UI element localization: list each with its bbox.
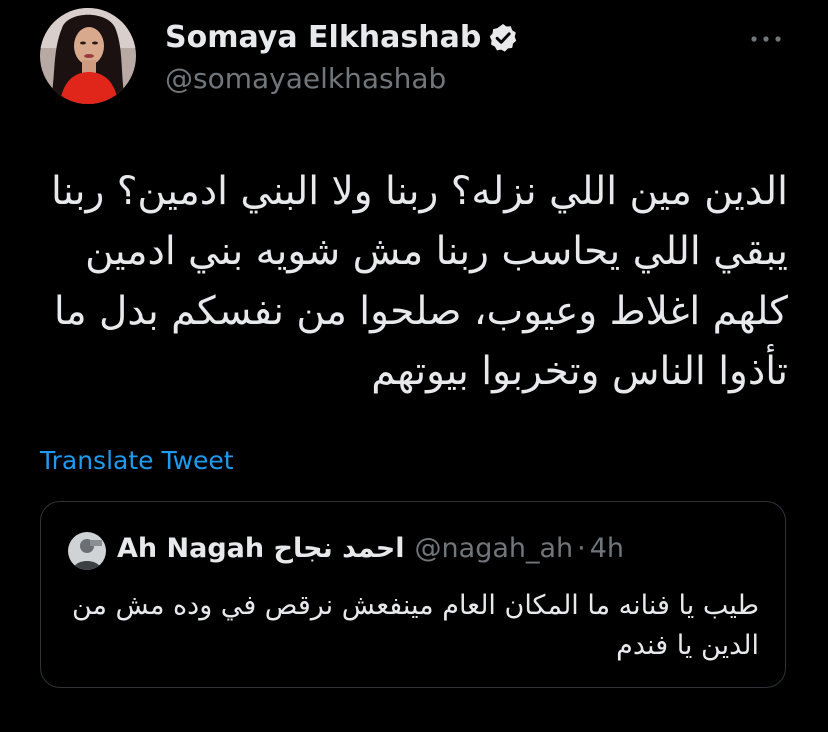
verified-badge-icon	[487, 22, 519, 54]
quoted-author-handle[interactable]: @nagah_ah	[415, 533, 574, 564]
author-display-name[interactable]: Somaya Elkhashab	[165, 20, 519, 55]
quoted-tweet-card[interactable]: Ah Nagah احمد نجاح @nagah_ah · 4h طيب يا…	[40, 501, 786, 688]
more-options-button[interactable]	[746, 24, 786, 54]
author-avatar[interactable]	[40, 8, 136, 104]
quoted-tweet-text: طيب يا فنانه ما المكان العام مينفعش نرقص…	[71, 590, 759, 661]
quoted-tweet-header: Ah Nagah احمد نجاح @nagah_ah · 4h	[117, 533, 624, 564]
quoted-author-avatar[interactable]	[68, 532, 106, 570]
translate-tweet-link[interactable]: Translate Tweet	[40, 446, 234, 475]
profile-photo-icon	[68, 532, 106, 570]
profile-photo-icon	[40, 8, 136, 104]
separator-dot: ·	[577, 533, 586, 564]
tweet-text: الدين مين اللي نزله؟ ربنا ولا البني ادمي…	[50, 169, 788, 394]
quoted-author-name[interactable]: Ah Nagah احمد نجاح	[117, 533, 405, 564]
author-handle[interactable]: @somayaelkhashab	[165, 62, 446, 95]
quoted-tweet-time[interactable]: 4h	[590, 533, 624, 564]
author-name-text: Somaya Elkhashab	[165, 20, 482, 55]
more-icon	[751, 36, 781, 42]
